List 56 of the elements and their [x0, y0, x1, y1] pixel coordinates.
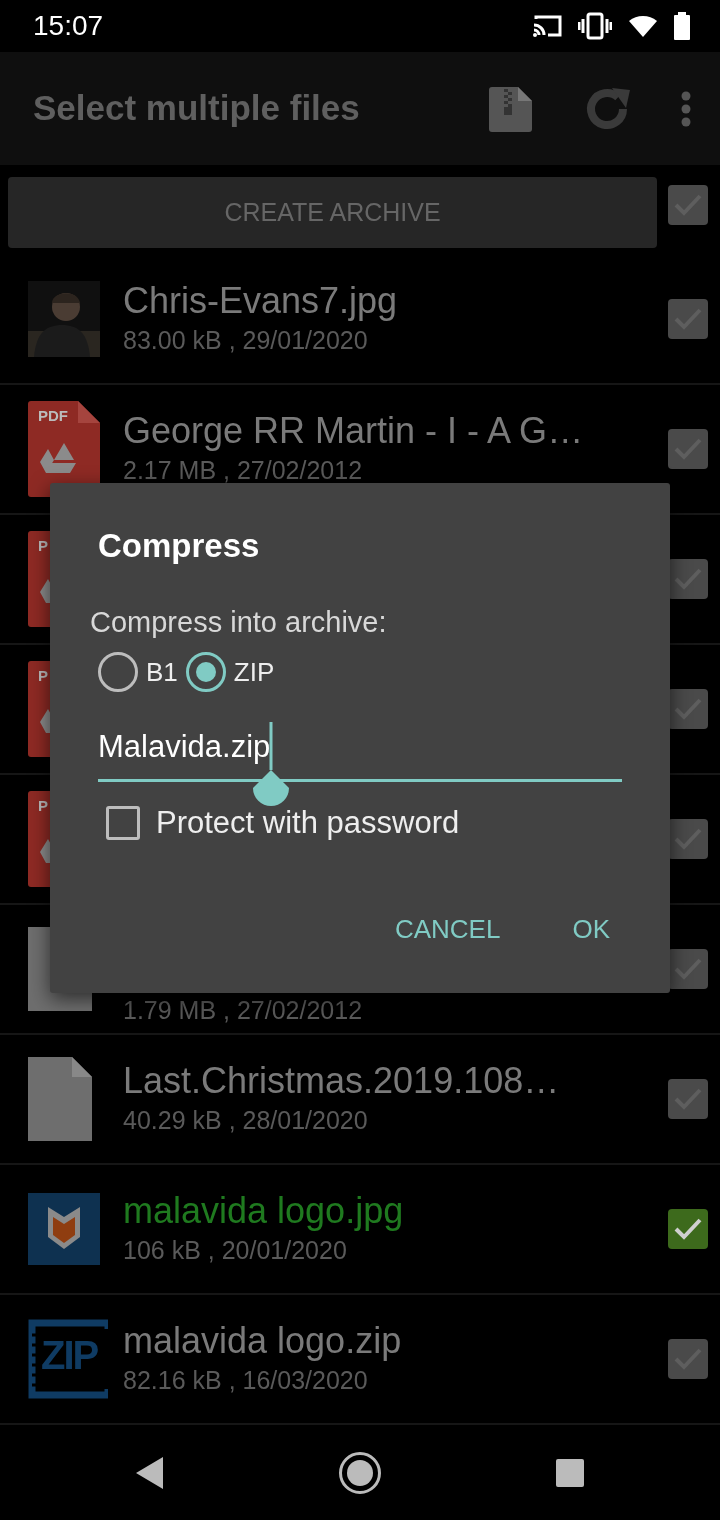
vibrate-icon — [578, 12, 612, 40]
document-icon — [28, 1057, 92, 1141]
file-checkbox[interactable] — [668, 429, 708, 469]
file-details: 82.16 kB , 16/03/2020 — [123, 1364, 369, 1396]
file-checkbox[interactable] — [668, 299, 708, 339]
file-type-label: P — [38, 796, 48, 816]
file-details: 40.29 kB , 28/01/2020 — [123, 1104, 369, 1136]
recents-icon[interactable] — [555, 1457, 586, 1488]
file-type-label: PDF — [38, 406, 68, 426]
wifi-icon — [628, 14, 658, 38]
filename-field[interactable]: Malavida.zip — [98, 720, 622, 782]
more-options-icon[interactable] — [680, 90, 692, 127]
file-checkbox[interactable] — [668, 819, 708, 859]
file-details: 1.79 MB , 27/02/2012 — [123, 994, 364, 1026]
password-checkbox[interactable] — [106, 805, 140, 840]
checkmark-icon — [673, 827, 703, 851]
clock-time: 15:07 — [33, 9, 104, 43]
battery-icon — [674, 12, 690, 40]
radio-label: B1 — [146, 655, 178, 689]
checkmark-icon — [673, 567, 703, 591]
zip-icon — [28, 1319, 108, 1399]
file-name: Chris-Evans7.jpg — [123, 278, 399, 322]
file-checkbox[interactable] — [668, 559, 708, 599]
home-icon[interactable] — [338, 1450, 382, 1495]
dialog-title: Compress — [98, 526, 261, 566]
file-type-label: P — [38, 666, 48, 686]
file-type-label: ZIP — [41, 1335, 98, 1375]
radio-button[interactable] — [185, 652, 226, 692]
screen-title: Select multiple files — [33, 87, 361, 130]
file-type-label: P — [38, 536, 48, 556]
radio-button[interactable] — [98, 652, 138, 692]
cast-icon — [532, 14, 562, 38]
pdf-icon — [28, 401, 100, 497]
checkmark-icon — [673, 1217, 703, 1241]
file-checkbox[interactable] — [668, 949, 708, 989]
file-name: Last.Christmas.2019.108… — [123, 1058, 561, 1102]
ok-button[interactable]: OK — [560, 904, 622, 955]
file-checkbox[interactable] — [668, 1079, 708, 1119]
back-icon[interactable] — [134, 1455, 165, 1490]
archive-icon[interactable] — [488, 84, 534, 133]
file-checkbox[interactable] — [668, 689, 708, 729]
checkbox-label: Protect with password — [156, 803, 460, 842]
file-checkbox[interactable] — [668, 1209, 708, 1249]
file-details: 2.17 MB , 27/02/2012 — [123, 454, 364, 486]
file-checkbox[interactable] — [668, 1339, 708, 1379]
logo-icon — [28, 1193, 100, 1265]
file-name: George RR Martin - I - A G… — [123, 408, 585, 452]
file-details: 106 kB , 20/01/2020 — [123, 1234, 348, 1266]
file-name: malavida logo.zip — [123, 1318, 403, 1362]
cancel-button[interactable]: CANCEL — [382, 904, 513, 955]
checkmark-icon — [673, 697, 703, 721]
archive-format-label: Compress into archive: — [90, 604, 388, 640]
file-name: malavida logo.jpg — [123, 1188, 405, 1232]
checkmark-icon — [673, 957, 703, 981]
radio-label: ZIP — [233, 655, 275, 689]
file-details: 83.00 kB , 29/01/2020 — [123, 324, 369, 356]
